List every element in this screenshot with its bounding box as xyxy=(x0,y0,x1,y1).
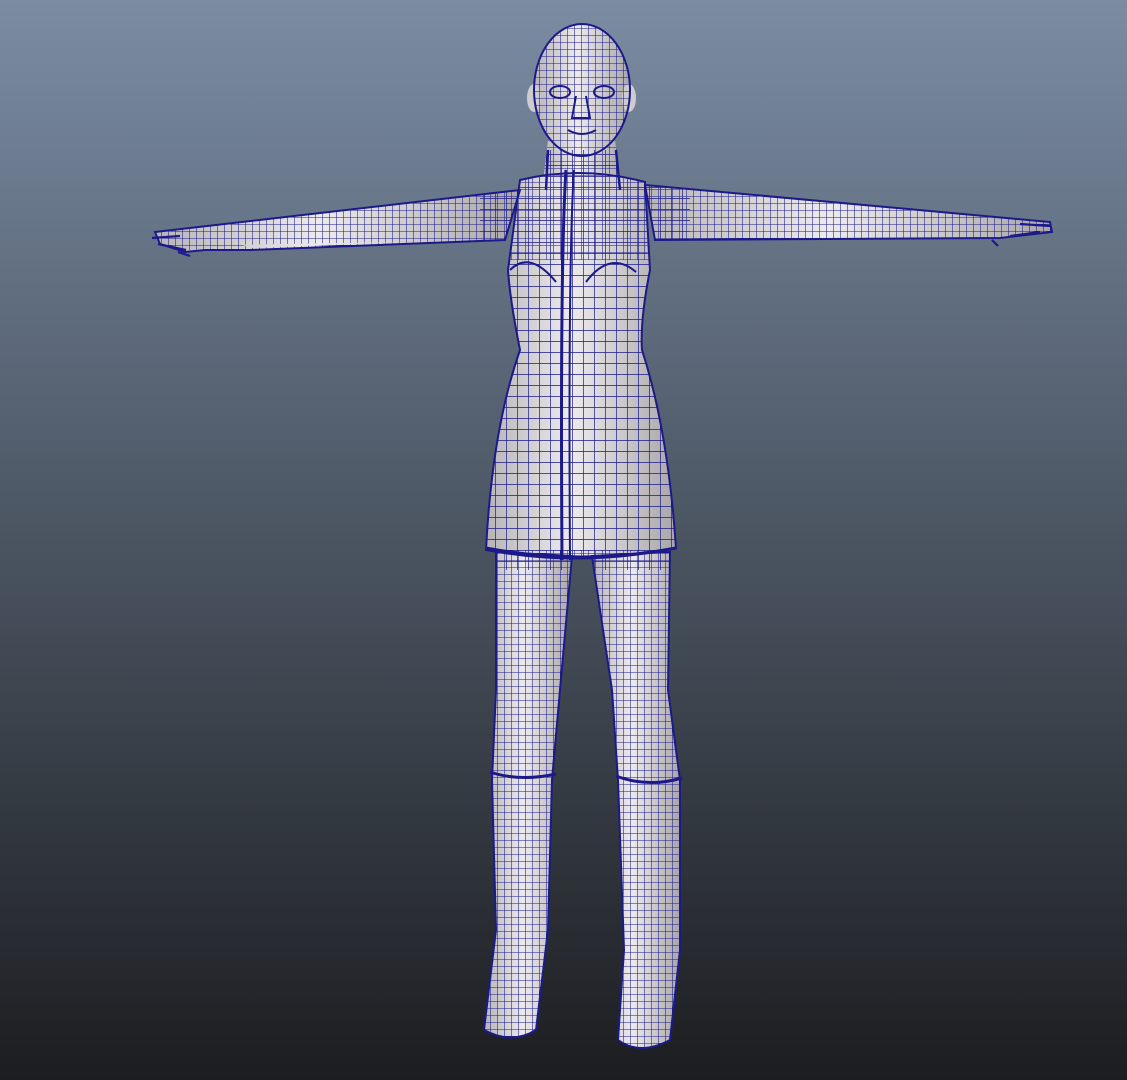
character-mesh[interactable] xyxy=(0,0,1127,1080)
3d-viewport[interactable] xyxy=(0,0,1127,1080)
mesh-wireframe xyxy=(155,24,1052,1048)
